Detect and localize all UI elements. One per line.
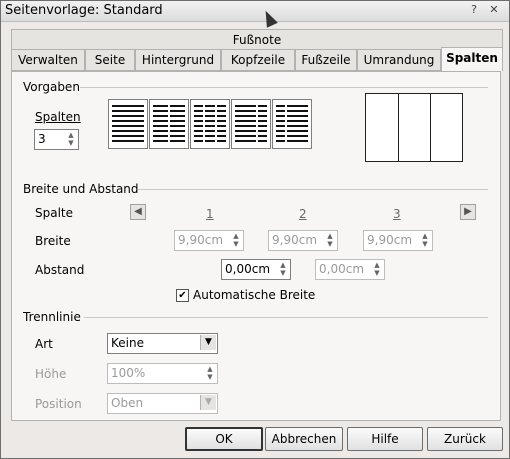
- columns-preview: [365, 93, 463, 162]
- spalten-label: Spalten: [35, 110, 81, 124]
- preset-2-columns[interactable]: [149, 99, 189, 149]
- preset-1-column[interactable]: [108, 99, 148, 149]
- section-trennlinie: Trennlinie: [23, 310, 81, 324]
- hoehe-label: Höhe: [35, 367, 67, 381]
- section-breite-abstand: Breite und Abstand: [23, 182, 139, 196]
- tab-umrandung[interactable]: Umrandung: [357, 49, 441, 71]
- spin-up-icon[interactable]: ▲: [324, 232, 336, 240]
- dropdown-arrow-icon[interactable]: ▼: [200, 335, 216, 350]
- spin-up-icon[interactable]: ▲: [371, 261, 383, 269]
- preset-2-columns-left[interactable]: [231, 99, 271, 149]
- help-icon[interactable]: ?: [467, 3, 481, 17]
- title-bar: Seitenvorlage: Standard ? ✕: [1, 1, 509, 22]
- dialog-window: Seitenvorlage: Standard ? ✕ Fußnote Verw…: [0, 0, 510, 459]
- preset-3-columns[interactable]: [190, 99, 230, 149]
- art-select[interactable]: Keine ▼: [107, 333, 218, 354]
- spin-down-icon[interactable]: ▼: [204, 373, 216, 381]
- spalte-label: Spalte: [35, 206, 74, 220]
- spin-up-icon[interactable]: ▲: [204, 365, 216, 373]
- breite-col3-field[interactable]: 9,90cm ▲ ▼: [363, 230, 433, 251]
- tab-fusszeile[interactable]: Fußzeile: [295, 49, 357, 71]
- spin-up-icon[interactable]: ▲: [419, 232, 431, 240]
- spin-up-icon[interactable]: ▲: [230, 232, 242, 240]
- breite-col2-field[interactable]: 9,90cm ▲ ▼: [268, 230, 338, 251]
- separator: [80, 87, 488, 88]
- spin-down-icon[interactable]: ▼: [65, 139, 77, 147]
- spin-down-icon[interactable]: ▼: [277, 269, 289, 277]
- position-select[interactable]: Oben ▼: [107, 393, 218, 414]
- ok-button[interactable]: OK: [185, 427, 263, 451]
- window-title: Seitenvorlage: Standard: [5, 3, 163, 18]
- tab-seite[interactable]: Seite: [85, 49, 135, 71]
- close-icon[interactable]: ✕: [487, 3, 501, 17]
- automatische-breite-label: Automatische Breite: [193, 288, 316, 302]
- hoehe-field[interactable]: 100% ▲ ▼: [107, 363, 218, 384]
- tab-hintergrund[interactable]: Hintergrund: [135, 49, 221, 71]
- column-number-3: 3: [393, 207, 401, 221]
- position-label: Position: [35, 397, 82, 411]
- spin-down-icon[interactable]: ▼: [230, 240, 242, 248]
- column-number-2: 2: [299, 207, 307, 221]
- column-left-arrow-icon[interactable]: ◀: [130, 204, 146, 220]
- spin-down-icon[interactable]: ▼: [371, 269, 383, 277]
- cancel-button[interactable]: Abbrechen: [265, 427, 343, 451]
- column-right-arrow-icon[interactable]: ▶: [460, 204, 476, 220]
- back-button[interactable]: Zurück: [427, 427, 503, 451]
- tab-spalten[interactable]: Spalten: [441, 47, 503, 71]
- art-label: Art: [35, 337, 53, 351]
- abstand-2-field[interactable]: 0,00cm ▲ ▼: [315, 259, 385, 280]
- tab-verwalten[interactable]: Verwalten: [11, 49, 85, 71]
- tab-kopfzeile[interactable]: Kopfzeile: [221, 49, 295, 71]
- separator: [84, 317, 488, 318]
- dropdown-arrow-icon[interactable]: ▼: [200, 395, 216, 410]
- separator: [138, 189, 488, 190]
- spin-down-icon[interactable]: ▼: [419, 240, 431, 248]
- column-number-1: 1: [206, 207, 214, 221]
- tab-fussnote[interactable]: Fußnote: [11, 29, 503, 50]
- abstand-1-field[interactable]: 0,00cm ▲ ▼: [221, 259, 291, 280]
- spin-up-icon[interactable]: ▲: [277, 261, 289, 269]
- spalten-stepper[interactable]: 3 ▲ ▼: [34, 129, 79, 150]
- breite-label: Breite: [35, 234, 71, 248]
- automatische-breite-checkbox[interactable]: ✔: [176, 289, 189, 302]
- section-vorgaben: Vorgaben: [23, 80, 80, 94]
- spin-down-icon[interactable]: ▼: [324, 240, 336, 248]
- tab-panel-spalten: Vorgaben Spalten 3 ▲ ▼ Breite und Abstan…: [11, 71, 501, 421]
- tab-row-top: Fußnote: [11, 29, 503, 50]
- spin-up-icon[interactable]: ▲: [65, 131, 77, 139]
- abstand-label: Abstand: [35, 263, 85, 277]
- tab-row-bottom: Verwalten Seite Hintergrund Kopfzeile Fu…: [11, 47, 503, 71]
- preset-2-columns-right[interactable]: [272, 99, 312, 149]
- help-button[interactable]: Hilfe: [347, 427, 423, 451]
- breite-col1-field[interactable]: 9,90cm ▲ ▼: [174, 230, 244, 251]
